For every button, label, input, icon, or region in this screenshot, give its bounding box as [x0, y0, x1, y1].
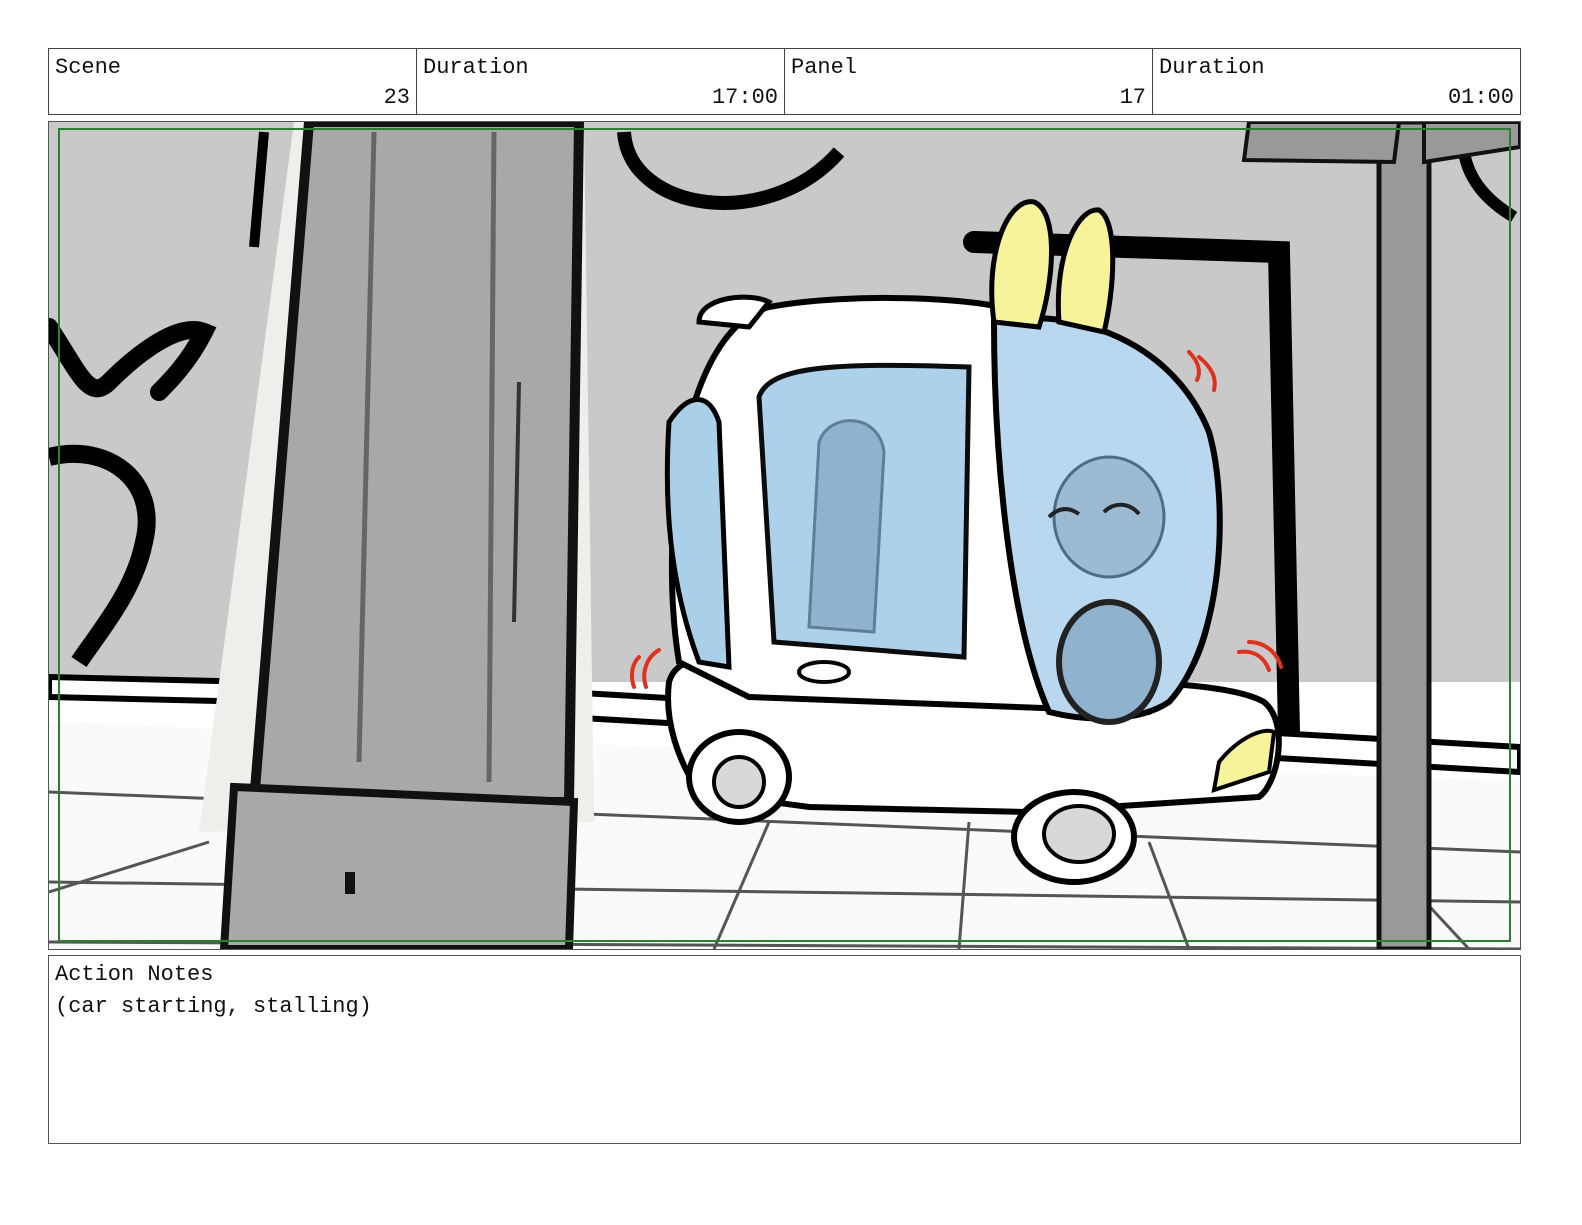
scene-duration-label: Duration	[423, 55, 529, 80]
door-handle	[797, 660, 851, 684]
panel-drawing	[49, 122, 1520, 949]
storyboard-header: Scene 23 Duration 17:00 Panel 17 Duratio…	[48, 48, 1521, 115]
driver-head	[1052, 455, 1166, 579]
car-seat	[807, 419, 886, 634]
panel-cell: Panel 17	[785, 49, 1153, 114]
panel-label: Panel	[791, 55, 858, 80]
scene-duration-value: 17:00	[711, 85, 778, 110]
action-notes-text: (car starting, stalling)	[55, 994, 372, 1019]
panel-duration-cell: Duration 01:00	[1153, 49, 1520, 114]
scene-label: Scene	[55, 55, 122, 80]
scene-duration-cell: Duration 17:00	[417, 49, 785, 114]
car-wheel-rear	[686, 729, 792, 825]
scene-cell: Scene 23	[49, 49, 417, 114]
action-notes-label: Action Notes	[55, 962, 214, 987]
scene-number: 23	[383, 85, 410, 110]
panel-number: 17	[1119, 85, 1146, 110]
panel-duration-value: 01:00	[1447, 85, 1514, 110]
panel-duration-label: Duration	[1159, 55, 1265, 80]
car-wheel-front	[1011, 789, 1137, 885]
storyboard-panel-image	[48, 121, 1521, 950]
action-notes-box: Action Notes (car starting, stalling)	[48, 955, 1521, 1144]
steering-wheel	[1056, 599, 1162, 725]
